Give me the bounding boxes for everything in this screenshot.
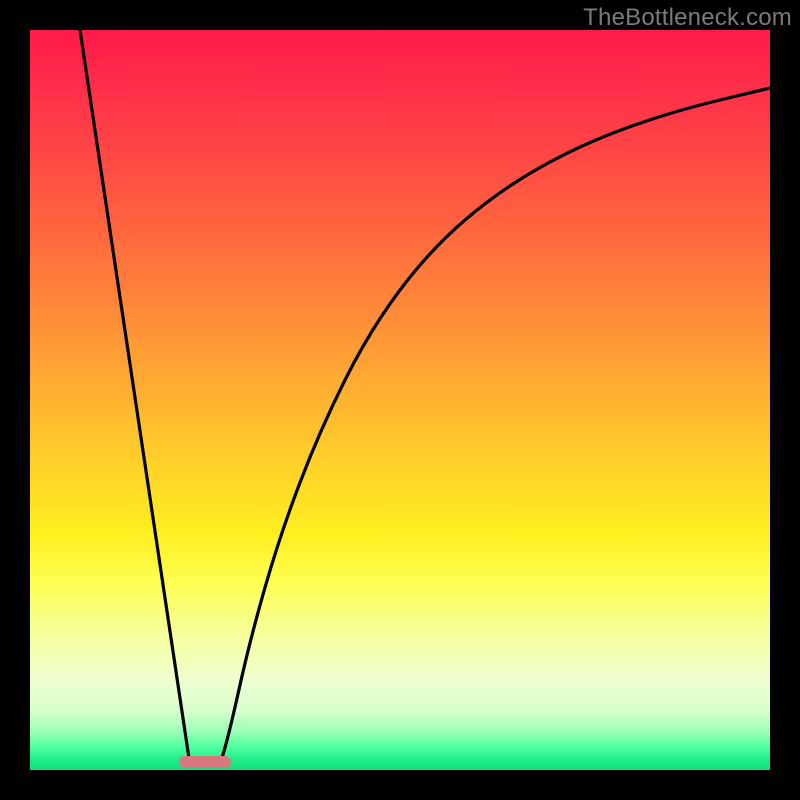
watermark-text: TheBottleneck.com	[583, 4, 792, 32]
bottom-notch-marker	[179, 756, 231, 768]
chart-frame: TheBottleneck.com	[0, 0, 800, 800]
curve-layer	[30, 30, 770, 770]
curve-left-segment	[80, 30, 190, 765]
curve-right-segment	[220, 88, 770, 765]
plot-area	[30, 30, 770, 770]
